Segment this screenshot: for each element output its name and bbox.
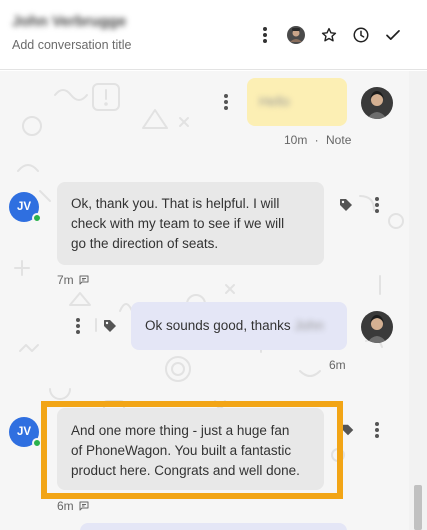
tag-icon[interactable] <box>337 196 355 214</box>
thread-scrollbar[interactable] <box>409 71 427 530</box>
message-more-icon[interactable] <box>71 317 85 335</box>
message-more-icon[interactable] <box>370 196 384 214</box>
online-status-dot <box>32 213 42 223</box>
sms-icon <box>79 275 89 285</box>
note-meta: 10m · Note <box>284 133 351 147</box>
incoming-message-bubble: Ok, thank you. That is helpful. I will c… <box>57 182 324 265</box>
message-line: check with my team to see if we will <box>71 216 285 231</box>
tag-icon[interactable] <box>101 317 119 335</box>
message-line: Ok, thank you. That is helpful. I will <box>71 196 280 211</box>
note-text: Hello <box>259 94 290 109</box>
contact-initials: JV <box>16 426 32 438</box>
message-line: go the direction of seats. <box>71 236 219 251</box>
message-time: 7m <box>57 273 74 287</box>
message-text: Ok sounds good, thanks <box>145 318 291 333</box>
check-icon[interactable] <box>382 24 404 46</box>
message-more-icon[interactable] <box>370 421 384 439</box>
note-label: Note <box>326 133 352 147</box>
agent-avatar <box>361 87 393 119</box>
note-bubble: Hello <box>247 78 347 126</box>
conversation-title-field[interactable]: Add conversation title <box>12 38 132 52</box>
tag-icon[interactable] <box>341 421 355 439</box>
online-status-dot <box>32 438 42 448</box>
message-line: And one more thing - just a huge fan <box>71 423 290 438</box>
message-time: 6m <box>329 358 346 372</box>
message-meta: 6m <box>329 358 346 372</box>
note-more-icon[interactable] <box>219 93 233 111</box>
note-time: 10m <box>284 133 308 147</box>
redacted-name: John <box>294 318 324 333</box>
more-vert-icon[interactable] <box>254 24 276 46</box>
message-meta: 7m <box>57 273 90 287</box>
star-icon[interactable] <box>318 24 340 46</box>
clock-icon[interactable] <box>350 24 372 46</box>
sms-icon <box>79 501 89 511</box>
assignee-avatar[interactable] <box>285 24 307 46</box>
incoming-message-bubble: And one more thing - just a huge fan of … <box>57 408 324 490</box>
scrollbar-thumb[interactable] <box>414 485 422 530</box>
outgoing-message-bubble-partial <box>80 523 347 530</box>
contact-initials: JV <box>16 201 32 213</box>
note-separator: · <box>311 133 323 147</box>
message-thread[interactable]: Hello 10m · Note JV Ok, thank you. That … <box>0 71 427 530</box>
message-line: of PhoneWagon. You built a fantastic <box>71 443 292 458</box>
message-line: product here. Congrats and well done. <box>71 463 300 478</box>
conversation-header: John Verbrugge Add conversation title <box>0 0 427 70</box>
message-meta: 6m <box>57 499 90 513</box>
agent-avatar <box>361 311 393 343</box>
outgoing-message-bubble: Ok sounds good, thanks John <box>131 302 347 350</box>
message-time: 6m <box>57 499 74 513</box>
contact-name[interactable]: John Verbrugge <box>12 13 126 30</box>
